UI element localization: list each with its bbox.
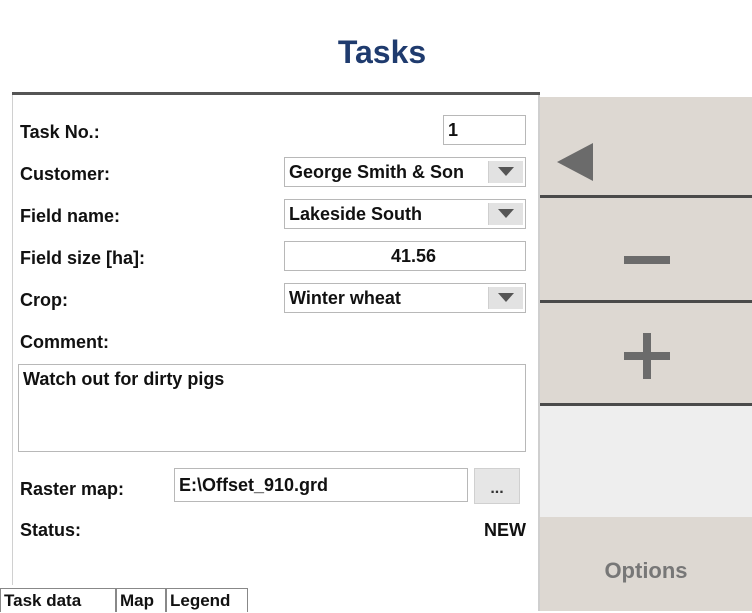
back-button[interactable] [540,97,752,195]
chevron-down-icon[interactable] [488,287,523,309]
field-size-field[interactable]: 41.56 [284,241,526,271]
customer-value: George Smith & Son [289,162,465,182]
minus-button[interactable] [540,198,752,300]
customer-label: Customer: [20,164,111,184]
crop-label: Crop: [20,290,68,310]
crop-dropdown[interactable]: Winter wheat [284,283,526,313]
title-bar: Tasks [0,0,752,95]
tab-task-data[interactable]: Task data [0,588,116,612]
customer-dropdown[interactable]: George Smith & Son [284,157,526,187]
options-label: Options [604,558,688,583]
field-size-value: 41.56 [391,246,437,266]
chevron-down-icon[interactable] [488,161,523,183]
plus-icon-vertical [643,333,651,379]
comment-label: Comment: [20,332,109,352]
raster-map-label: Raster map: [20,479,125,499]
task-no-field[interactable]: 1 [443,115,526,145]
status-value: NEW [484,520,526,540]
triangle-left-icon [557,143,593,181]
comment-textarea[interactable]: Watch out for dirty pigs [18,364,526,452]
field-name-dropdown[interactable]: Lakeside South [284,199,526,229]
comment-value: Watch out for dirty pigs [23,369,225,389]
minus-icon [624,256,670,264]
page-title: Tasks [337,34,427,70]
chevron-down-icon[interactable] [488,203,523,225]
raster-map-field[interactable]: E:\Offset_910.grd [174,468,468,502]
task-no-value: 1 [448,120,459,140]
field-size-label: Field size [ha]: [20,248,146,268]
plus-button[interactable] [540,303,752,403]
field-name-value: Lakeside South [289,204,423,224]
task-no-label: Task No.: [20,122,100,142]
browse-button[interactable]: ... [474,468,520,504]
status-label: Status: [20,520,82,540]
raster-map-value: E:\Offset_910.grd [179,475,329,495]
tab-map[interactable]: Map [116,588,166,612]
field-name-label: Field name: [20,206,121,226]
tab-legend[interactable]: Legend [166,588,248,612]
sidebar-empty-slot [540,406,752,517]
crop-value: Winter wheat [289,288,401,308]
